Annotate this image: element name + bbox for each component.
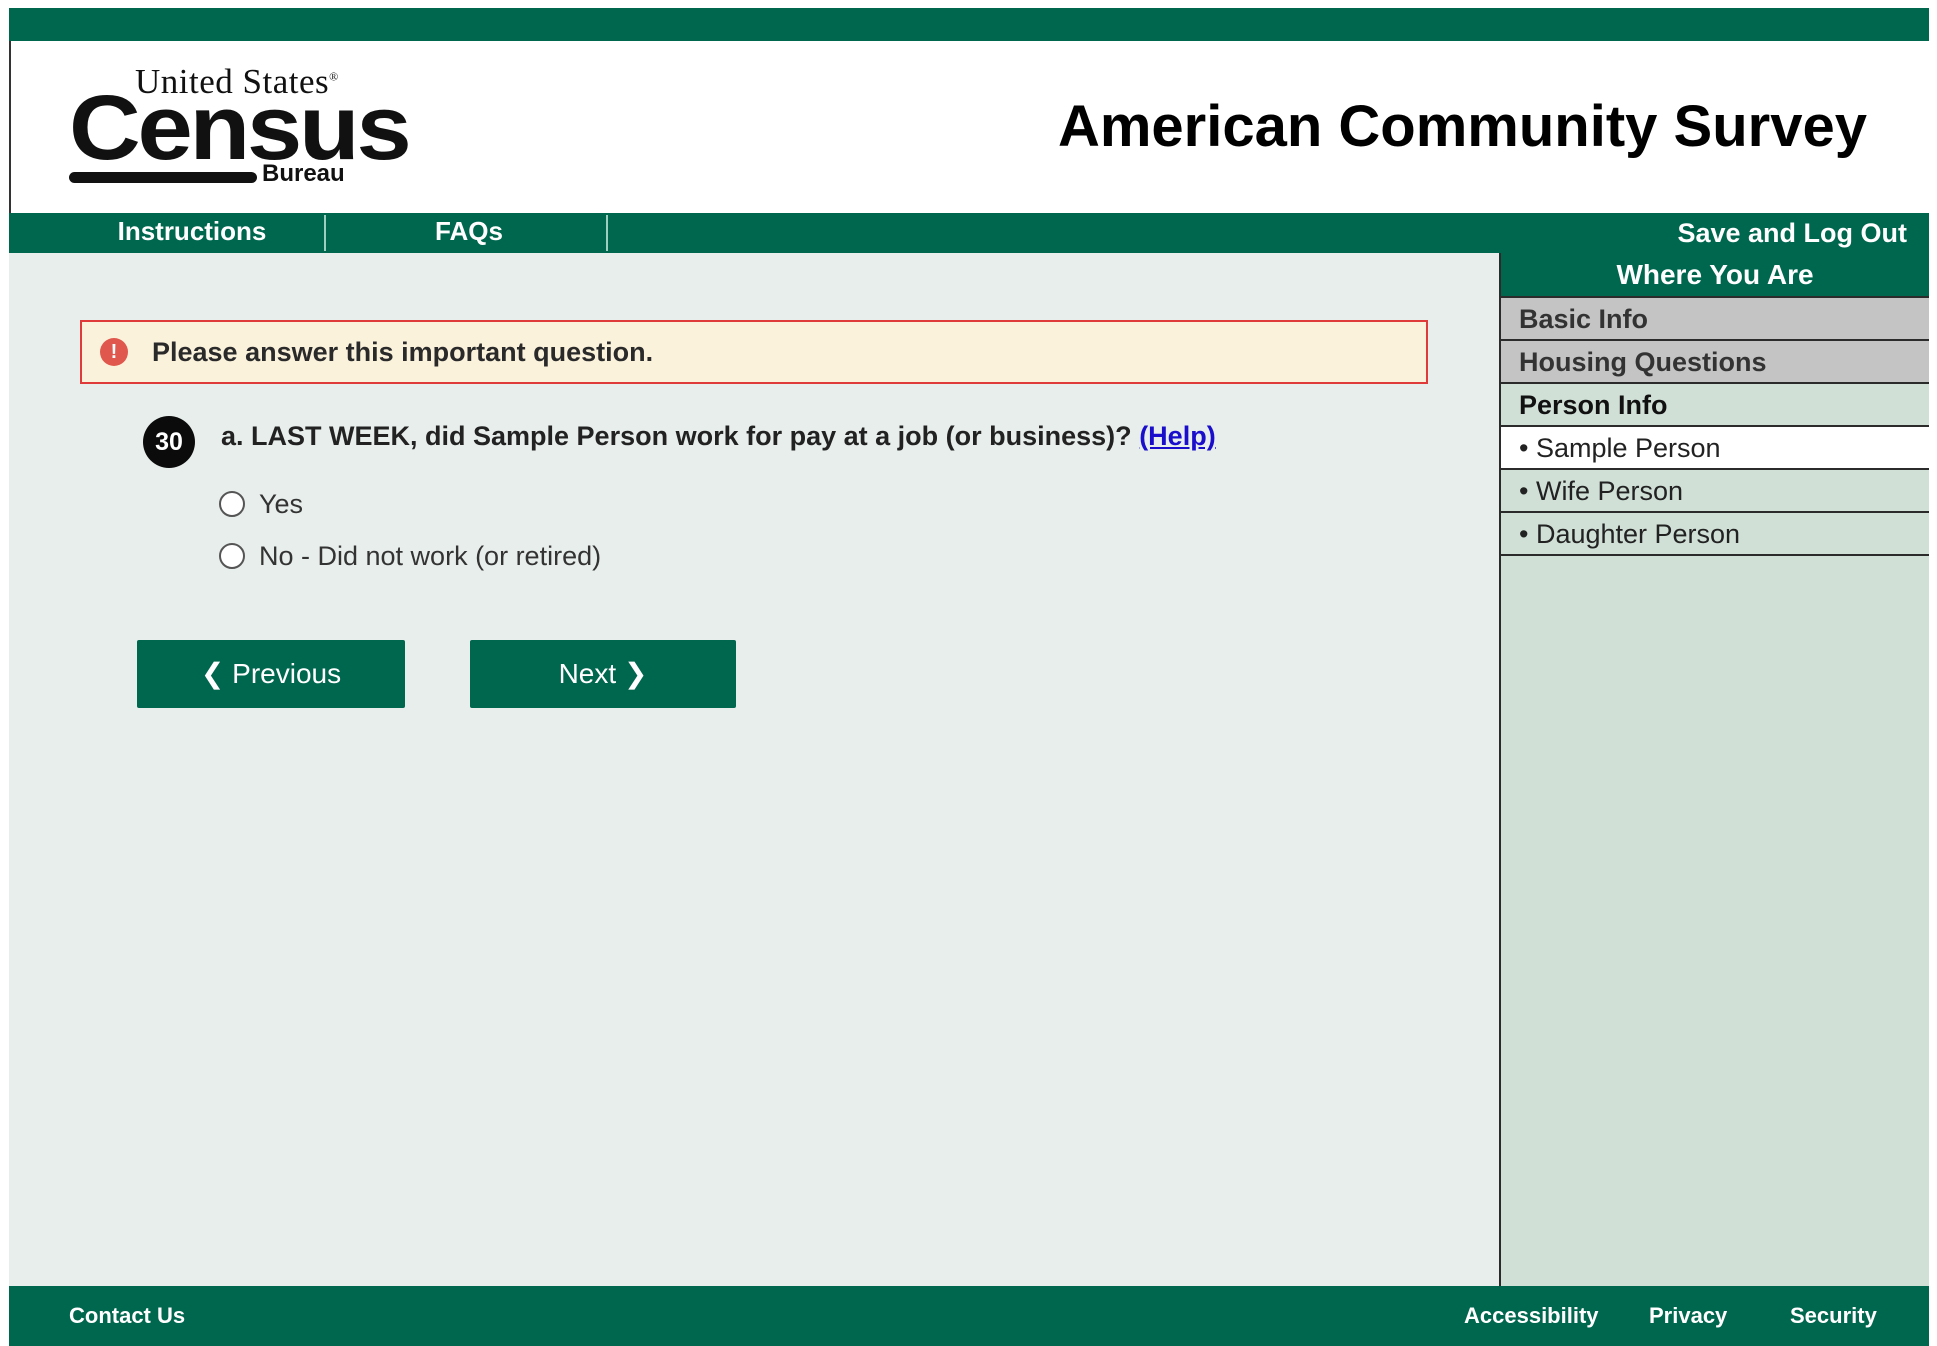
top-banner-bar xyxy=(9,8,1929,41)
question-number-badge: 30 xyxy=(143,416,195,468)
save-and-logout-link[interactable]: Save and Log Out xyxy=(1677,213,1907,253)
sidebar-item-person-info: Person Info xyxy=(1501,382,1929,425)
nav-faqs[interactable]: FAQs xyxy=(399,213,539,253)
sidebar-person-daughter[interactable]: • Daughter Person xyxy=(1501,511,1929,554)
logo-census-text: Census xyxy=(69,77,412,179)
previous-label: Previous xyxy=(232,658,342,689)
previous-button[interactable]: ❮ Previous xyxy=(137,640,405,708)
next-button[interactable]: Next ❯ xyxy=(470,640,736,708)
top-nav: Instructions FAQs Save and Log Out xyxy=(9,213,1929,253)
radio-button[interactable] xyxy=(219,542,245,569)
footer-privacy[interactable]: Privacy xyxy=(1649,1286,1727,1346)
sidebar-item-housing-questions[interactable]: Housing Questions xyxy=(1501,339,1929,382)
logo-bureau-text: Bureau xyxy=(262,160,345,187)
sidebar-heading: Where You Are xyxy=(1501,253,1929,296)
question-text: a. LAST WEEK, did Sample Person work for… xyxy=(221,421,1132,451)
sidebar-person-sample[interactable]: • Sample Person xyxy=(1501,425,1929,468)
census-bureau-logo: United States® Census Bureau xyxy=(69,62,412,192)
error-alert: ! Please answer this important question. xyxy=(80,320,1428,384)
sidebar-item-basic-info[interactable]: Basic Info xyxy=(1501,296,1929,339)
radio-button[interactable] xyxy=(219,490,245,517)
main-content: ! Please answer this important question.… xyxy=(9,253,1499,1286)
chevron-right-icon: ❯ xyxy=(623,658,648,689)
logo-underline-bar xyxy=(69,172,257,183)
option-no[interactable]: No - Did not work (or retired) xyxy=(219,541,601,572)
question-text-line: a. LAST WEEK, did Sample Person work for… xyxy=(221,421,1216,452)
footer: Contact Us Accessibility Privacy Securit… xyxy=(9,1286,1929,1346)
nav-divider xyxy=(606,215,608,251)
chevron-left-icon: ❮ xyxy=(200,658,225,689)
where-you-are-sidebar: Where You Are Basic Info Housing Questio… xyxy=(1499,253,1929,1286)
page-title: American Community Survey xyxy=(1057,94,1867,159)
option-label: Yes xyxy=(259,489,304,519)
alert-message: Please answer this important question. xyxy=(152,337,654,367)
sidebar-person-wife[interactable]: • Wife Person xyxy=(1501,468,1929,511)
option-yes[interactable]: Yes xyxy=(219,489,303,520)
footer-contact-us[interactable]: Contact Us xyxy=(69,1286,185,1346)
frame-rule xyxy=(9,41,11,213)
next-label: Next xyxy=(558,658,617,689)
alert-exclamation-icon: ! xyxy=(100,338,128,366)
footer-security[interactable]: Security xyxy=(1790,1286,1877,1346)
footer-accessibility[interactable]: Accessibility xyxy=(1464,1286,1599,1346)
nav-divider xyxy=(324,215,326,251)
page-frame: United States® Census Bureau American Co… xyxy=(9,0,1929,1346)
nav-instructions[interactable]: Instructions xyxy=(109,213,275,253)
option-label: No - Did not work (or retired) xyxy=(259,541,602,571)
help-link[interactable]: (Help) xyxy=(1139,421,1216,451)
